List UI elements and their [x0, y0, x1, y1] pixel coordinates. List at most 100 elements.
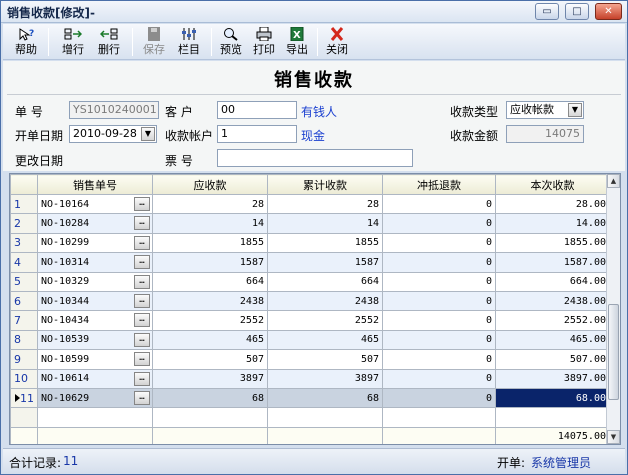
customer-name-link[interactable]: 有钱人 [301, 103, 337, 120]
help-button[interactable]: ? 帮助 [9, 26, 43, 58]
print-button[interactable]: 打印 [247, 26, 281, 58]
row-number[interactable]: 10 [10, 368, 38, 389]
offset-refund-cell[interactable]: 0 [382, 213, 496, 234]
total-received-cell[interactable]: 28 [267, 193, 383, 215]
row-number[interactable]: 1 [10, 193, 38, 215]
receivable-cell[interactable]: 2552 [152, 310, 268, 331]
receivable-cell[interactable]: 1587 [152, 252, 268, 273]
this-receipt-cell[interactable]: 68.00 [495, 387, 610, 409]
offset-refund-cell[interactable]: 0 [382, 329, 496, 351]
total-received-cell[interactable]: 1855 [267, 232, 383, 254]
row-number[interactable]: 8 [10, 329, 38, 351]
row-number[interactable]: 6 [10, 290, 38, 312]
offset-refund-cell[interactable]: 0 [382, 193, 496, 215]
col-header-total-received[interactable]: 累计收款 [267, 174, 383, 195]
offset-refund-cell[interactable]: 0 [382, 310, 496, 331]
scroll-thumb[interactable] [608, 304, 619, 400]
offset-refund-cell[interactable]: 0 [382, 368, 496, 389]
this-receipt-cell[interactable]: 1587.00 [495, 252, 610, 273]
receipt-type-select[interactable]: 应收帐款 ▼ [506, 101, 584, 119]
receivable-cell[interactable]: 664 [152, 271, 268, 292]
order-no-cell[interactable]: NO-10314… [37, 252, 153, 273]
customer-code-field[interactable]: 00 [217, 101, 297, 119]
total-received-cell[interactable]: 1587 [267, 252, 383, 273]
save-button[interactable]: 保存 [137, 26, 171, 58]
empty-cell[interactable] [495, 407, 610, 428]
table-row[interactable]: 5 NO-10329… 664 664 0 664.00 [10, 271, 610, 292]
total-received-cell[interactable]: 2552 [267, 310, 383, 331]
this-receipt-cell[interactable]: 28.00 [495, 193, 610, 215]
total-received-cell[interactable]: 664 [267, 271, 383, 292]
order-no-cell[interactable]: NO-10599… [37, 349, 153, 370]
preview-button[interactable]: 预览 [214, 26, 248, 58]
order-no-cell[interactable]: NO-10284… [37, 213, 153, 234]
maximize-button[interactable]: □ [565, 3, 589, 20]
account-code-field[interactable]: 1 [217, 125, 297, 143]
order-no-cell[interactable]: NO-10434… [37, 310, 153, 331]
lookup-button[interactable]: … [134, 313, 150, 328]
doc-no-field[interactable]: YS1010240001 [69, 101, 159, 119]
total-received-cell[interactable]: 3897 [267, 368, 383, 389]
receivable-cell[interactable]: 68 [152, 387, 268, 409]
order-no-cell[interactable]: NO-10299… [37, 232, 153, 254]
table-row[interactable]: 4 NO-10314… 1587 1587 0 1587.00 [10, 252, 610, 273]
table-row[interactable]: 7 NO-10434… 2552 2552 0 2552.00 [10, 310, 610, 331]
offset-refund-cell[interactable]: 0 [382, 290, 496, 312]
delete-row-button[interactable]: 删行 [92, 26, 126, 58]
scroll-down-icon[interactable]: ▼ [607, 430, 620, 444]
total-received-cell[interactable]: 465 [267, 329, 383, 351]
receivable-cell[interactable]: 14 [152, 213, 268, 234]
order-no-cell[interactable]: NO-10329… [37, 271, 153, 292]
col-header-order-no[interactable]: 销售单号 [37, 174, 153, 195]
receipt-grid[interactable]: 销售单号 应收款 累计收款 冲抵退款 本次收款 1 NO-10164… 28 28 0 2… [9, 173, 621, 445]
order-no-cell[interactable]: NO-10164… [37, 193, 153, 215]
total-received-cell[interactable]: 14 [267, 213, 383, 234]
empty-cell[interactable] [267, 407, 383, 428]
table-row[interactable]: 8 NO-10539… 465 465 0 465.00 [10, 329, 610, 351]
row-number[interactable]: 4 [10, 252, 38, 273]
this-receipt-cell[interactable]: 2552.00 [495, 310, 610, 331]
minimize-button[interactable]: ▭ [535, 3, 559, 20]
close-button[interactable]: 关闭 [320, 26, 354, 58]
table-row[interactable]: 9 NO-10599… 507 507 0 507.00 [10, 349, 610, 370]
row-number[interactable]: 11 [10, 387, 38, 409]
receivable-cell[interactable]: 465 [152, 329, 268, 351]
empty-cell[interactable] [37, 407, 153, 428]
close-window-button[interactable]: ✕ [595, 3, 622, 20]
chevron-down-icon[interactable]: ▼ [141, 127, 155, 141]
export-button[interactable]: X 导出 [280, 26, 314, 58]
lookup-button[interactable]: … [134, 197, 150, 211]
order-no-cell[interactable]: NO-10629… [37, 387, 153, 409]
col-header-offset-refund[interactable]: 冲抵退款 [382, 174, 496, 195]
account-name-link[interactable]: 现金 [301, 127, 325, 144]
lookup-button[interactable]: … [134, 371, 150, 386]
lookup-button[interactable]: … [134, 235, 150, 250]
this-receipt-cell[interactable]: 2438.00 [495, 290, 610, 312]
lookup-button[interactable]: … [134, 352, 150, 367]
receivable-cell[interactable]: 2438 [152, 290, 268, 312]
total-received-cell[interactable]: 507 [267, 349, 383, 370]
order-no-cell[interactable]: NO-10344… [37, 290, 153, 312]
table-row[interactable]: 2 NO-10284… 14 14 0 14.00 [10, 213, 610, 234]
table-row[interactable]: 10 NO-10614… 3897 3897 0 3897.00 [10, 368, 610, 389]
open-date-picker[interactable]: 2010-09-28 ▼ [69, 125, 157, 143]
row-number[interactable]: 3 [10, 232, 38, 254]
col-header-receivable[interactable]: 应收款 [152, 174, 268, 195]
table-row[interactable]: 11 NO-10629… 68 68 0 68.00 [10, 387, 610, 409]
this-receipt-cell[interactable]: 3897.00 [495, 368, 610, 389]
total-received-cell[interactable]: 2438 [267, 290, 383, 312]
this-receipt-cell[interactable]: 1855.00 [495, 232, 610, 254]
receivable-cell[interactable]: 28 [152, 193, 268, 215]
table-row[interactable]: 1 NO-10164… 28 28 0 28.00 [10, 193, 610, 215]
title-bar[interactable]: 销售收款[修改]- ▭ □ ✕ [1, 1, 627, 23]
lookup-button[interactable]: … [134, 293, 150, 308]
empty-cell[interactable] [382, 407, 496, 428]
order-no-cell[interactable]: NO-10539… [37, 329, 153, 351]
lookup-button[interactable]: … [134, 216, 150, 231]
table-row[interactable]: 6 NO-10344… 2438 2438 0 2438.00 [10, 290, 610, 312]
offset-refund-cell[interactable]: 0 [382, 349, 496, 370]
order-no-cell[interactable]: NO-10614… [37, 368, 153, 389]
row-number[interactable]: 9 [10, 349, 38, 370]
offset-refund-cell[interactable]: 0 [382, 271, 496, 292]
table-row[interactable]: 3 NO-10299… 1855 1855 0 1855.00 [10, 232, 610, 254]
